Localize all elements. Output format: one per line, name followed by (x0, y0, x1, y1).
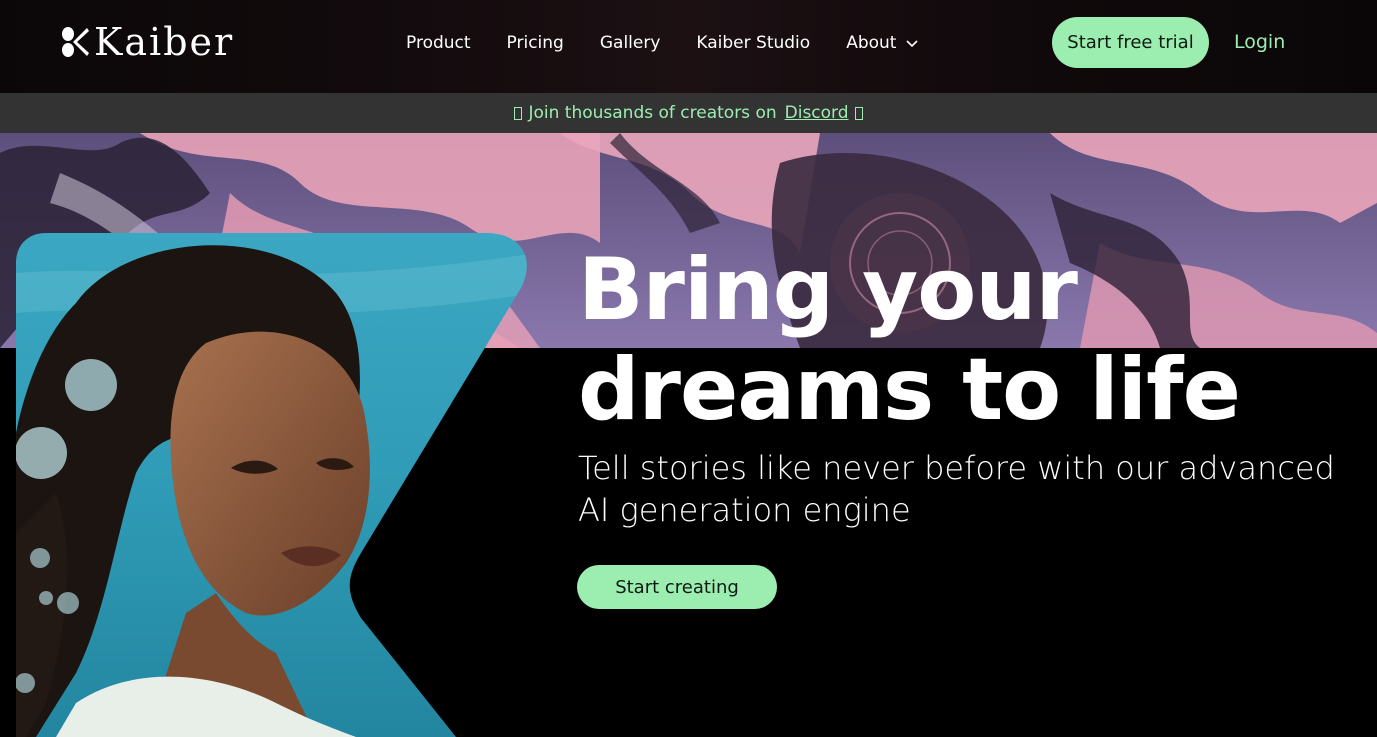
chevron-down-icon (906, 40, 919, 48)
hero-subtitle: Tell stories like never before with our … (578, 449, 1335, 529)
hero-title-line2: dreams to life (578, 340, 1241, 440)
nav-item-about[interactable]: About (846, 33, 919, 53)
nav-item-gallery[interactable]: Gallery (600, 33, 661, 53)
discord-link[interactable]: Discord (785, 103, 849, 123)
nav-item-kaiber-studio[interactable]: Kaiber Studio (696, 33, 810, 53)
hero-title: Bring your dreams to life (578, 240, 1241, 440)
page: Kaiber Product Pricing Gallery Kaiber St… (0, 0, 1377, 737)
site-header: Kaiber Product Pricing Gallery Kaiber St… (0, 0, 1377, 93)
main-nav: Product Pricing Gallery Kaiber Studio Ab… (406, 30, 919, 56)
nav-item-pricing[interactable]: Pricing (507, 33, 564, 53)
emoji-placeholder-icon (854, 106, 863, 120)
start-creating-button[interactable]: Start creating (577, 565, 777, 609)
kaiber-logo-icon (62, 27, 89, 57)
login-link[interactable]: Login (1234, 31, 1285, 53)
hero-title-line1: Bring your (578, 240, 1078, 340)
emoji-placeholder-icon (514, 106, 523, 120)
banner-text: Join thousands of creators on (528, 103, 777, 123)
start-free-trial-button[interactable]: Start free trial (1052, 17, 1209, 68)
discord-banner: Join thousands of creators on Discord (0, 93, 1377, 133)
hero-portrait-image (16, 233, 527, 737)
nav-item-product[interactable]: Product (406, 33, 471, 53)
logo-text: Kaiber (94, 20, 235, 64)
nav-item-about-label: About (846, 33, 897, 53)
logo[interactable]: Kaiber (60, 22, 234, 62)
